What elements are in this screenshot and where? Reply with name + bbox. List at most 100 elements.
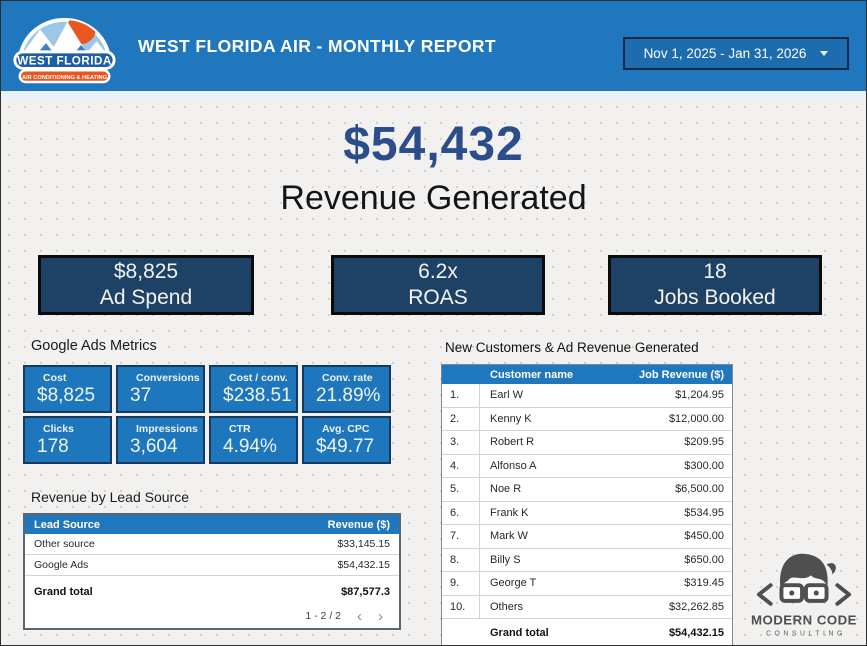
kpi-value: 6.2x	[418, 259, 458, 285]
metric-value: 3,604	[130, 436, 199, 458]
table-row: 6. Frank K $534.95	[442, 502, 732, 526]
metric-value: $49.77	[316, 436, 385, 458]
metric-tile-conv-rate: Conv. rate 21.89%	[302, 365, 391, 413]
row-index: 10.	[442, 596, 480, 619]
row-index: 1.	[442, 384, 480, 407]
consulting-logo: MODERN CODE CONSULTING	[745, 545, 863, 643]
table-row: Google Ads $54,432.15	[25, 555, 399, 576]
grand-total-label: Grand total	[480, 627, 669, 639]
table-row: 1. Earl W $1,204.95	[442, 384, 732, 408]
column-header-job-revenue: Job Revenue ($)	[639, 369, 732, 381]
job-revenue: $209.95	[684, 431, 732, 454]
metric-label: CTR	[223, 423, 292, 435]
date-range-control[interactable]: Nov 1, 2025 - Jan 31, 2026	[623, 37, 849, 70]
job-revenue: $1,204.95	[675, 384, 732, 407]
metric-value: $238.51	[223, 385, 292, 407]
metric-label: Cost / conv.	[223, 372, 292, 384]
customer-name: Others	[480, 596, 669, 619]
row-index: 9.	[442, 572, 480, 595]
metric-tile-cost-per-conv: Cost / conv. $238.51	[209, 365, 298, 413]
customer-name: George T	[480, 572, 684, 595]
metric-tile-clicks: Clicks 178	[23, 416, 112, 464]
customers-table-header: Customer name Job Revenue ($)	[442, 365, 732, 384]
revenue-total-label: Revenue Generated	[1, 179, 866, 218]
pagination-label: 1 - 2 / 2	[305, 610, 341, 622]
grand-total-value: $87,577.3	[341, 586, 390, 598]
page-title: WEST FLORIDA AIR - MONTHLY REPORT	[138, 1, 496, 91]
metric-value: 21.89%	[316, 385, 385, 407]
job-revenue: $534.95	[684, 502, 732, 525]
job-revenue: $32,262.85	[669, 596, 732, 619]
kpi-ad-spend: $8,825 Ad Spend	[38, 255, 254, 315]
chevron-right-icon[interactable]: ›	[378, 609, 383, 624]
kpi-jobs-booked: 18 Jobs Booked	[608, 255, 822, 315]
caret-down-icon	[820, 51, 828, 56]
customers-table-title: New Customers & Ad Revenue Generated	[445, 340, 699, 355]
row-index: 6.	[442, 502, 480, 525]
table-row: Other source $33,145.15	[25, 534, 399, 555]
table-row: 3. Robert R $209.95	[442, 431, 732, 455]
row-index: 8.	[442, 549, 480, 572]
customer-name: Earl W	[480, 384, 675, 407]
job-revenue: $450.00	[684, 525, 732, 548]
company-logo: WEST FLORIDA AIR CONDITIONING & HEATING	[11, 6, 118, 88]
customer-name: Alfonso A	[480, 455, 684, 478]
metric-label: Clicks	[37, 423, 106, 435]
metric-label: Conv. rate	[316, 372, 385, 384]
lead-source-table-header: Lead Source Revenue ($)	[25, 515, 399, 534]
row-index: 5.	[442, 478, 480, 501]
logo-text-secondary: AIR CONDITIONING & HEATING	[22, 75, 108, 81]
metric-tile-cost: Cost $8,825	[23, 365, 112, 413]
header-bar: WEST FLORIDA AIR CONDITIONING & HEATING …	[1, 1, 866, 91]
row-index: 7.	[442, 525, 480, 548]
table-row: 5. Noe R $6,500.00	[442, 478, 732, 502]
metric-label: Cost	[37, 372, 106, 384]
job-revenue: $300.00	[684, 455, 732, 478]
customer-name: Kenny K	[480, 408, 669, 431]
report-page: WEST FLORIDA AIR CONDITIONING & HEATING …	[0, 0, 867, 646]
lead-source-table: Lead Source Revenue ($) Other source $33…	[23, 513, 401, 630]
table-row: 2. Kenny K $12,000.00	[442, 408, 732, 432]
column-header-lead-source: Lead Source	[34, 519, 100, 531]
customer-name: Noe R	[480, 478, 675, 501]
developer-face-icon	[780, 554, 836, 604]
metric-value: 178	[37, 436, 106, 458]
kpi-value: 18	[703, 259, 726, 285]
metric-value: 37	[130, 385, 199, 407]
customer-name: Mark W	[480, 525, 684, 548]
kpi-value: $8,825	[114, 259, 178, 285]
table-row: 8. Billy S $650.00	[442, 549, 732, 573]
google-ads-metric-tiles: Cost $8,825 Conversions 37 Cost / conv. …	[23, 365, 391, 464]
customers-table: Customer name Job Revenue ($) 1. Earl W …	[441, 364, 733, 646]
lead-source-grand-total-row: Grand total $87,577.3	[25, 580, 399, 604]
column-header-revenue: Revenue ($)	[328, 519, 390, 531]
metric-tile-ctr: CTR 4.94%	[209, 416, 298, 464]
kpi-label: Jobs Booked	[654, 285, 775, 311]
row-index: 3.	[442, 431, 480, 454]
metric-value: $8,825	[37, 385, 106, 407]
metric-tile-avg-cpc: Avg. CPC $49.77	[302, 416, 391, 464]
job-revenue: $650.00	[684, 549, 732, 572]
job-revenue: $319.45	[684, 572, 732, 595]
row-index: 4.	[442, 455, 480, 478]
consulting-logo-text-secondary: CONSULTING	[766, 631, 846, 638]
row-index: 2.	[442, 408, 480, 431]
grand-total-label: Grand total	[34, 586, 93, 598]
lead-source-name: Google Ads	[34, 559, 88, 571]
header-divider	[1, 91, 866, 99]
google-ads-section-title: Google Ads Metrics	[31, 338, 157, 354]
kpi-label: ROAS	[408, 285, 468, 311]
customer-name: Frank K	[480, 502, 684, 525]
job-revenue: $12,000.00	[669, 408, 732, 431]
revenue-total-value: $54,432	[1, 117, 866, 172]
job-revenue: $6,500.00	[675, 478, 732, 501]
grand-total-value: $54,432.15	[669, 627, 732, 639]
table-row: 9. George T $319.45	[442, 572, 732, 596]
chevron-left-icon[interactable]: ‹	[357, 609, 362, 624]
table-row: 10. Others $32,262.85	[442, 596, 732, 620]
lead-source-revenue: $33,145.15	[337, 538, 390, 550]
customers-grand-total-row: Grand total $54,432.15	[442, 619, 732, 646]
lead-source-table-title: Revenue by Lead Source	[31, 489, 189, 505]
date-range-value: Nov 1, 2025 - Jan 31, 2026	[644, 46, 807, 61]
metric-label: Avg. CPC	[316, 423, 385, 435]
